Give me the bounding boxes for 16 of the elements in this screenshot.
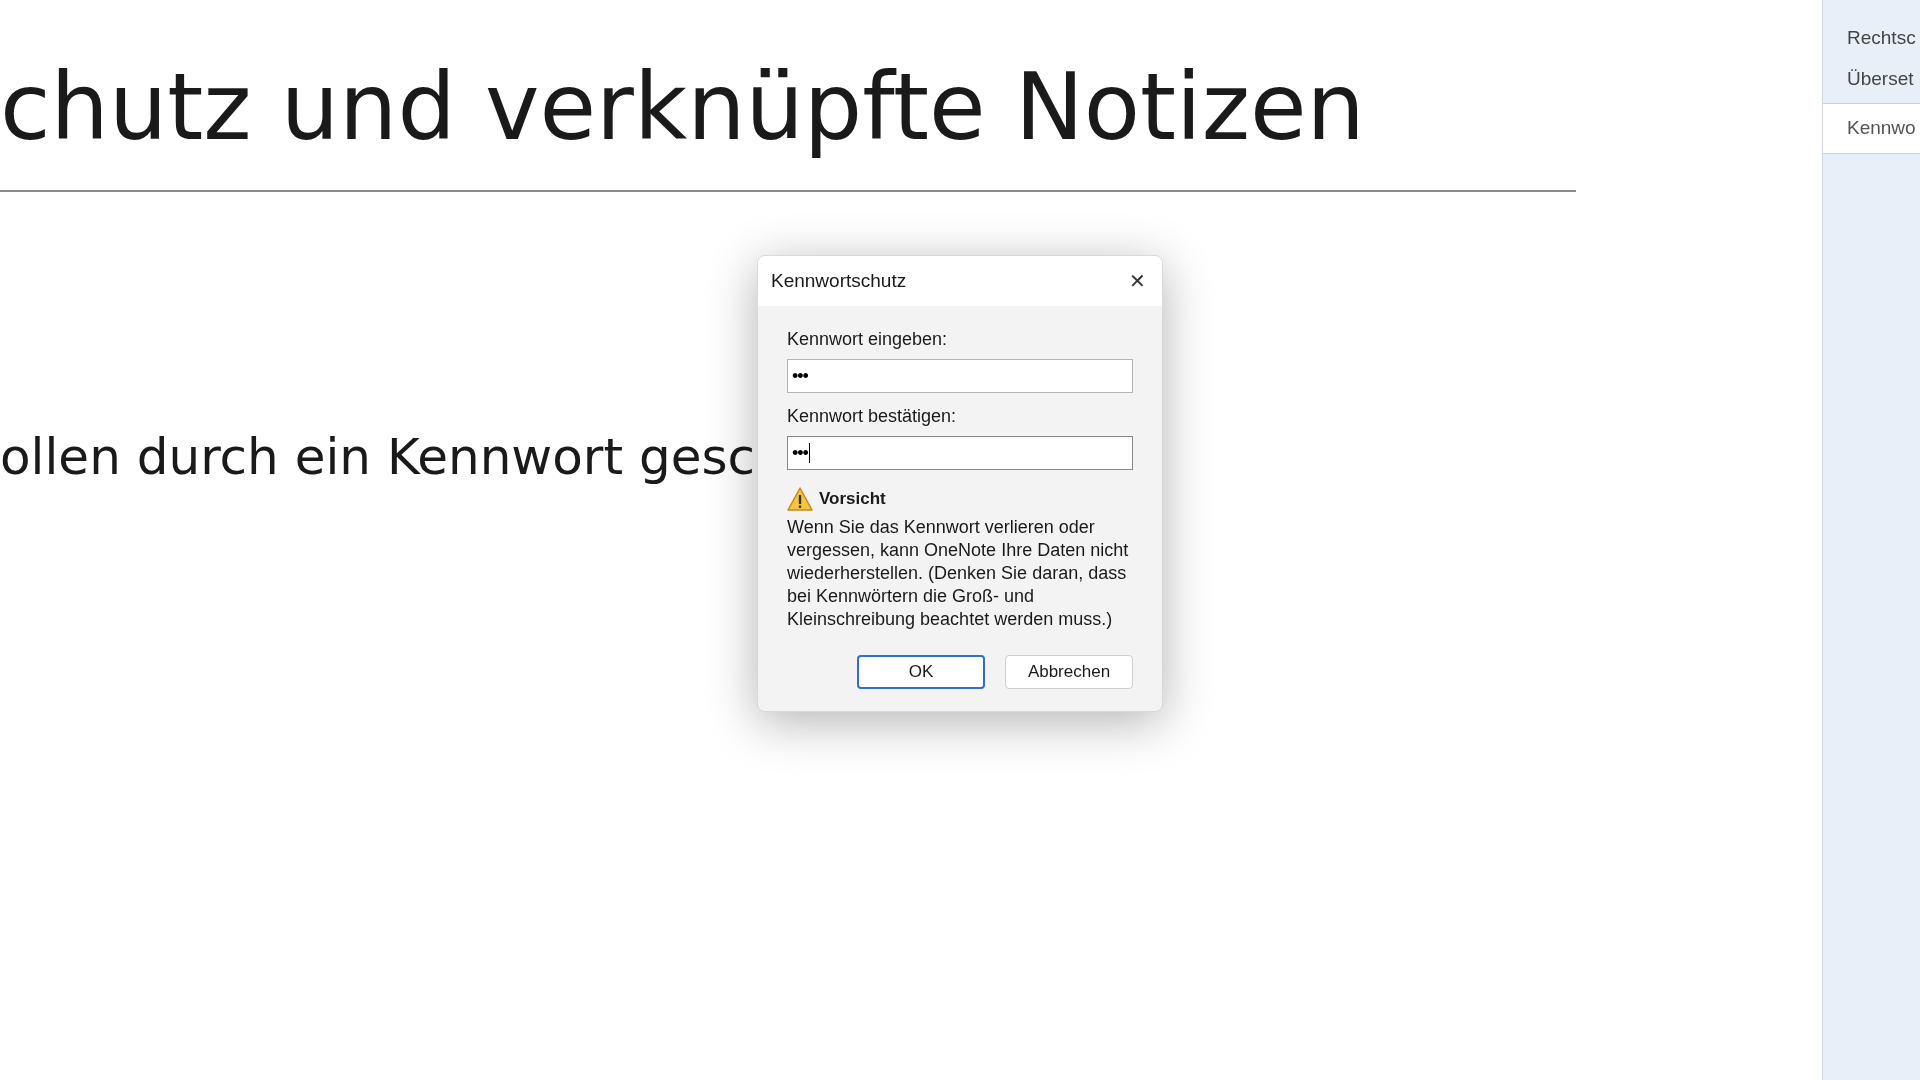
panel-label: Kennwo [1846,116,1916,140]
ok-button[interactable]: OK [857,654,985,689]
panel-item[interactable]: Rechtsc [1847,24,1916,53]
warning-icon [787,486,813,511]
page-title: chutz und verknüpfte Notizen [0,53,1365,163]
password-field[interactable]: ••• [787,359,1133,393]
body-text: ollen durch ein Kennwort gesc [0,427,755,487]
warning-text: Wenn Sie das Kennwort verlieren oder vergessen, kann OneNote Ihre Daten nicht wiederherstellen. (Denken Sie daran, dass bei Kennwörtern die Groß- und Kleinschreibung beachtet werden muss.) [787,515,1130,631]
warning-title: Vorsicht [819,488,886,510]
field-label: Kennwort eingeben: [787,328,949,351]
close-button[interactable]: ✕ [1120,264,1154,298]
password-field[interactable]: ••• [787,436,1133,470]
field-label: Kennwort bestätigen: [787,405,958,428]
panel-item[interactable]: Überset [1847,64,1914,93]
cancel-button[interactable]: Abbrechen [1005,654,1133,689]
dialog-title: Kennwortschutz [771,268,907,293]
